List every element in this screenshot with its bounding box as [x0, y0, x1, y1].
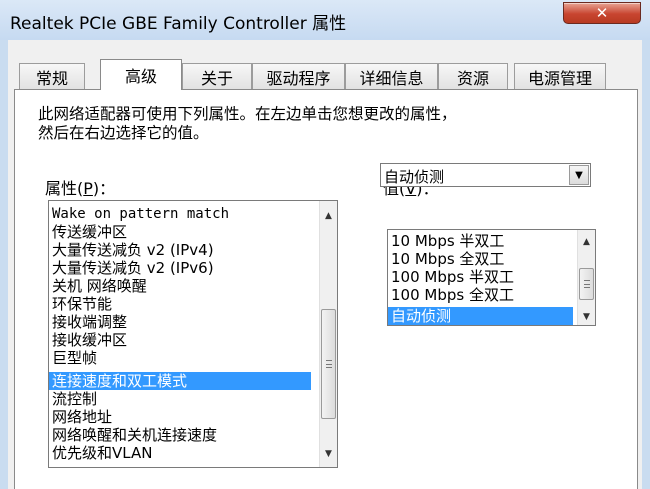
title-bar: Realtek PCIe GBE Family Controller 属性 ✕ [0, 0, 650, 40]
value-scrollbar[interactable]: ▲ ▼ [577, 230, 595, 325]
list-item[interactable]: 网络唤醒和关机连接速度 [49, 426, 317, 444]
scroll-down-icon[interactable]: ▼ [320, 445, 337, 462]
list-item[interactable]: 100 Mbps 半双工 [388, 268, 575, 286]
property-listbox[interactable]: Wake on pattern match 传送缓冲区 大量传送减负 v2 (I… [48, 200, 338, 468]
value-current: 自动侦测 [384, 168, 445, 186]
list-item[interactable]: 流控制 [49, 390, 317, 408]
tab-about[interactable]: 关于 [182, 63, 252, 89]
dropdown-button[interactable]: ▼ [569, 165, 589, 185]
property-scroll-thumb[interactable] [321, 309, 336, 419]
list-item[interactable]: 环保节能 [49, 295, 317, 313]
list-item-selected[interactable]: 自动侦测 [388, 307, 573, 325]
tab-driver[interactable]: 驱动程序 [252, 63, 345, 89]
list-item[interactable]: 10 Mbps 全双工 [388, 250, 575, 268]
property-scrollbar[interactable]: ▲ ▼ [319, 201, 337, 467]
property-label: 属性(P)： [45, 179, 116, 198]
list-item[interactable]: 巨型帧 [49, 349, 317, 367]
list-item-selected[interactable]: 连接速度和双工模式 [49, 372, 311, 390]
list-item[interactable]: 大量传送减负 v2 (IPv4) [49, 241, 317, 259]
tab-advanced[interactable]: 高级 [100, 59, 182, 90]
scroll-up-icon[interactable]: ▲ [578, 233, 595, 250]
tab-general[interactable]: 常规 [19, 63, 85, 89]
tab-resources[interactable]: 资源 [438, 63, 508, 89]
list-item[interactable]: 传送缓冲区 [49, 223, 317, 241]
value-dropdown-list[interactable]: 10 Mbps 半双工 10 Mbps 全双工 100 Mbps 半双工 100… [387, 229, 596, 326]
list-item[interactable]: 大量传送减负 v2 (IPv6) [49, 259, 317, 277]
scroll-up-icon[interactable]: ▲ [320, 207, 337, 224]
list-item[interactable]: Wake on pattern match [49, 205, 317, 223]
close-icon: ✕ [595, 4, 609, 22]
list-item[interactable]: 关机 网络唤醒 [49, 277, 317, 295]
tab-details[interactable]: 详细信息 [345, 63, 438, 89]
chevron-down-icon: ▼ [575, 169, 583, 181]
list-item[interactable]: 接收缓冲区 [49, 331, 317, 349]
tab-strip: 常规 高级 关于 驱动程序 详细信息 资源 电源管理 [8, 40, 642, 90]
close-button[interactable]: ✕ [563, 2, 641, 24]
list-item[interactable]: 优先级和VLAN [49, 444, 317, 462]
list-item[interactable]: 100 Mbps 全双工 [388, 286, 575, 304]
grip-icon [326, 360, 332, 368]
value-scroll-thumb[interactable] [579, 268, 594, 300]
tab-power-management[interactable]: 电源管理 [514, 63, 606, 89]
value-combobox[interactable]: 自动侦测 ▼ [380, 163, 591, 187]
list-item[interactable]: 10 Mbps 半双工 [388, 232, 575, 250]
grip-icon [584, 280, 590, 288]
window-title: Realtek PCIe GBE Family Controller 属性 [10, 14, 347, 34]
scroll-down-icon[interactable]: ▼ [578, 308, 595, 325]
list-item[interactable]: 接收端调整 [49, 313, 317, 331]
description-text: 此网络适配器可使用下列属性。在左边单击您想更改的属性， 然后在右边选择它的值。 [38, 105, 457, 142]
list-item[interactable]: 网络地址 [49, 408, 317, 426]
